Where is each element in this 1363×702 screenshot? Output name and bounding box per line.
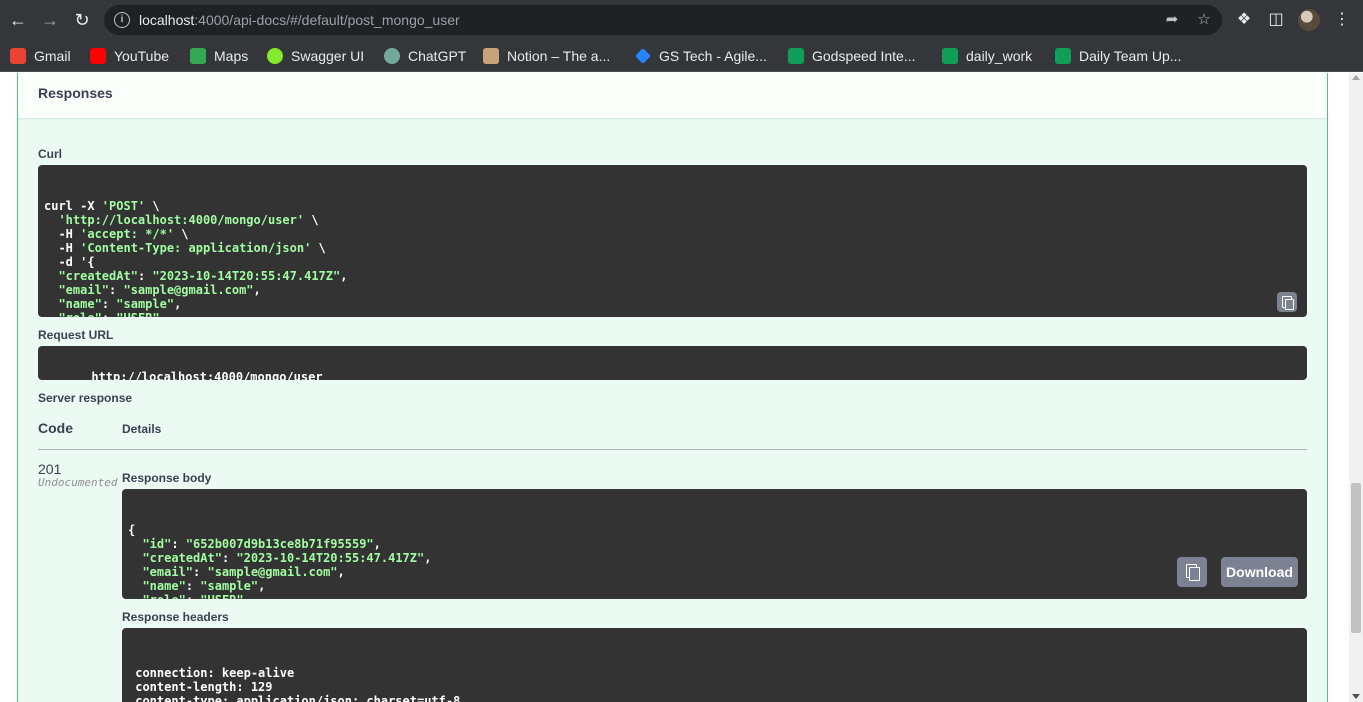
forward-icon[interactable]: → [38, 8, 62, 32]
scroll-up-icon[interactable] [1352, 75, 1360, 80]
bookmark-maps[interactable]: Maps [190, 46, 248, 66]
response-body-code: { "id": "652b007d9b13ce8b71f95559", "cre… [128, 523, 1301, 599]
copy-curl-icon[interactable] [1277, 292, 1297, 312]
curl-line: 'http://localhost:4000/mongo/user' \ [58, 213, 319, 227]
share-icon[interactable]: ➦ [1162, 10, 1182, 30]
curl-line: -H 'accept: */*' \ [44, 227, 189, 241]
response-body-label: Response body [122, 471, 212, 485]
request-url-label: Request URL [38, 328, 114, 342]
response-body-line: "id": "652b007d9b13ce8b71f95559", [142, 537, 381, 551]
response-header-line: connection: keep-alive [128, 666, 295, 680]
sheets-icon [1055, 48, 1071, 64]
back-icon[interactable]: ← [6, 8, 30, 32]
scrollbar-thumb[interactable] [1351, 483, 1361, 633]
extensions-icon[interactable]: ❖ [1232, 8, 1256, 32]
response-body-line: "email": "sample@gmail.com", [142, 565, 345, 579]
curl-line: -d '{ [44, 255, 95, 269]
response-body-block[interactable]: { "id": "652b007d9b13ce8b71f95559", "cre… [122, 489, 1307, 599]
response-body-line: "name": "sample", [142, 579, 266, 593]
sheets-icon [942, 48, 958, 64]
copy-response-icon[interactable] [1177, 557, 1207, 587]
request-url-text: http://localhost:4000/mongo/user [91, 370, 323, 380]
notion-icon [483, 48, 499, 64]
response-header-line: content-type: application/json; charset=… [128, 694, 461, 702]
browser-toolbar: ← → ↻ i localhost:4000/api-docs/#/defaul… [0, 0, 1363, 40]
table-divider [38, 449, 1307, 450]
address-bar-url[interactable]: localhost:4000/api-docs/#/default/post_m… [139, 12, 460, 28]
post-opblock-body: Responses Curl curl -X 'POST' \ 'http://… [17, 73, 1328, 702]
response-headers-block[interactable]: connection: keep-alive content-length: 1… [122, 628, 1307, 702]
sheets-icon [788, 48, 804, 64]
bookmark-youtube[interactable]: YouTube [90, 46, 169, 66]
bookmark-gmail[interactable]: Gmail [10, 46, 71, 66]
curl-label: Curl [38, 147, 62, 161]
menu-kebab-icon[interactable]: ⋮ [1330, 8, 1354, 32]
reload-icon[interactable]: ↻ [70, 8, 94, 32]
scroll-down-icon[interactable] [1352, 694, 1360, 699]
responses-heading: Responses [38, 85, 113, 101]
response-body-line: "role": "USER" [128, 593, 1301, 599]
server-response-label: Server response [38, 391, 133, 405]
response-headers-label: Response headers [122, 610, 229, 624]
curl-code: curl -X 'POST' \ 'http://localhost:4000/… [44, 199, 1301, 317]
details-column-header: Details [122, 422, 162, 436]
bookmark-daily-team[interactable]: Daily Team Up... [1055, 46, 1181, 66]
bookmark-star-icon[interactable]: ☆ [1194, 10, 1214, 30]
curl-line: curl -X 'POST' \ [44, 199, 160, 213]
curl-line: "role": "USER" [44, 311, 1301, 317]
code-column-header: Code [38, 420, 73, 436]
profile-avatar[interactable] [1298, 9, 1320, 31]
bookmark-gs-tech[interactable]: GS Tech - Agile... [635, 46, 767, 66]
gmail-icon [10, 48, 26, 64]
bookmark-daily-work[interactable]: daily_work [942, 46, 1032, 66]
curl-line: -H 'Content-Type: application/json' \ [44, 241, 326, 255]
chatgpt-icon [384, 48, 400, 64]
response-header-line: content-length: 129 [128, 680, 273, 694]
site-info-icon[interactable]: i [114, 12, 130, 28]
undocumented-note: Undocumented [38, 476, 118, 489]
responses-header: Responses [18, 73, 1327, 118]
youtube-icon [90, 48, 106, 64]
side-panel-icon[interactable]: ◫ [1264, 8, 1288, 32]
page-content: Responses Curl curl -X 'POST' \ 'http://… [0, 73, 1349, 702]
response-headers-code: connection: keep-alive content-length: 1… [128, 666, 1301, 702]
maps-icon [190, 48, 206, 64]
page-scrollbar[interactable] [1349, 73, 1363, 702]
bookmarks-bar: Gmail YouTube Maps Swagger UI ChatGPT No… [0, 40, 1363, 72]
bookmark-notion[interactable]: Notion – The a... [483, 46, 610, 66]
bookmark-swagger-ui[interactable]: Swagger UI [267, 46, 364, 66]
response-body-line: "createdAt": "2023-10-14T20:55:47.417Z", [142, 551, 432, 565]
curl-line: "email": "sample@gmail.com", [58, 283, 261, 297]
curl-line: "createdAt": "2023-10-14T20:55:47.417Z", [58, 269, 348, 283]
response-status-code: 201 [38, 461, 62, 477]
address-bar[interactable]: i localhost:4000/api-docs/#/default/post… [104, 5, 1222, 35]
bookmark-chatgpt[interactable]: ChatGPT [384, 46, 466, 66]
curl-code-block[interactable]: curl -X 'POST' \ 'http://localhost:4000/… [38, 165, 1307, 317]
curl-line: "name": "sample", [58, 297, 182, 311]
download-button[interactable]: Download [1221, 557, 1298, 587]
response-body-line: { [128, 523, 136, 537]
request-url-block[interactable]: http://localhost:4000/mongo/user [38, 346, 1307, 380]
jira-icon [635, 48, 651, 64]
swagger-icon [267, 48, 283, 64]
bookmark-godspeed[interactable]: Godspeed Inte... [788, 46, 916, 66]
